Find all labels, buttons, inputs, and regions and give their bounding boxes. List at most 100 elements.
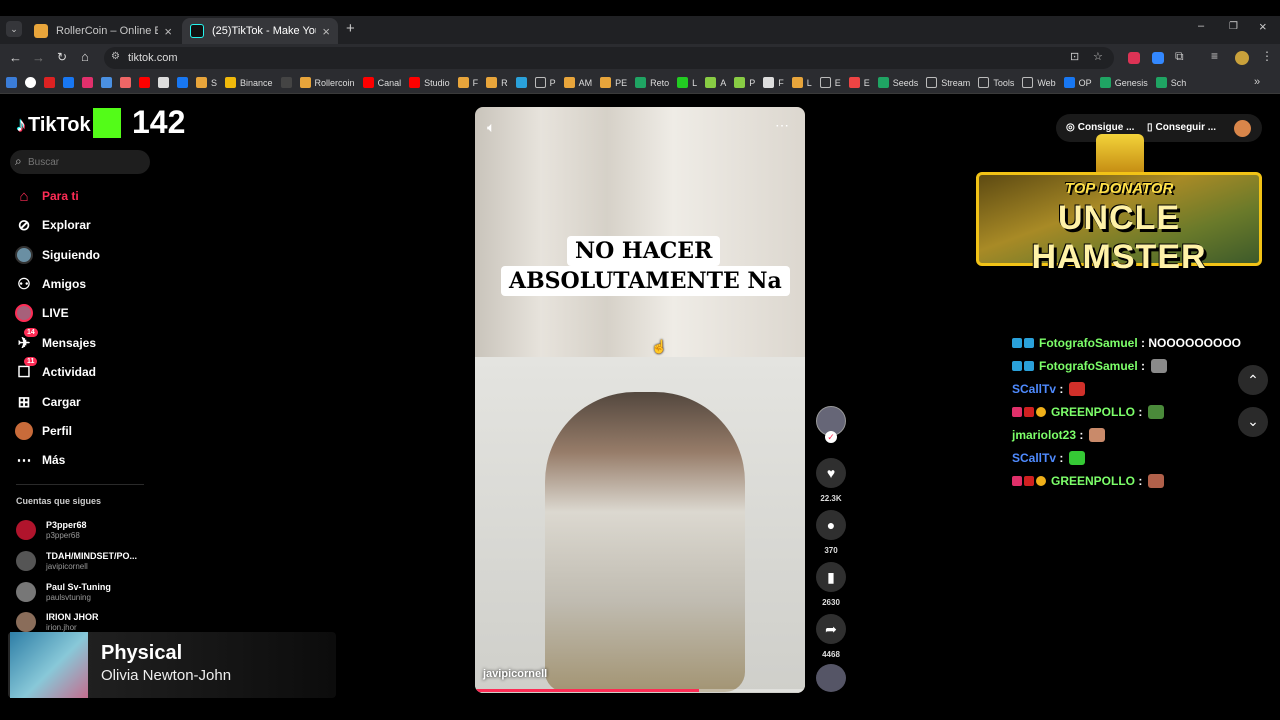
new-tab-button[interactable]: +: [346, 20, 355, 37]
bookmark-item[interactable]: PE: [600, 77, 627, 88]
get-app-button[interactable]: ▯ Conseguir ...: [1147, 122, 1216, 133]
tab-tiktok[interactable]: (25)TikTok - Make Your Day ×: [182, 18, 338, 44]
follow-check-icon[interactable]: ✓: [825, 431, 837, 443]
mute-icon[interactable]: 🔈︎: [487, 119, 495, 136]
restore-icon[interactable]: ❐: [1229, 21, 1238, 32]
nav-activity[interactable]: ☐ 11 Actividad: [14, 357, 96, 383]
close-tab-icon[interactable]: ×: [164, 24, 172, 39]
video-progress-track[interactable]: [475, 689, 805, 692]
profile-avatar-icon[interactable]: [1235, 51, 1249, 65]
site-info-icon[interactable]: ⚙: [111, 51, 120, 62]
bookmark-icon-only[interactable]: [44, 77, 55, 88]
previous-video-button[interactable]: ⌃: [1238, 365, 1268, 395]
sound-avatar[interactable]: [816, 664, 846, 692]
bookmark-item[interactable]: L: [791, 77, 812, 88]
tab-rollercoin[interactable]: RollerCoin – Online Bitcoin Mi ×: [26, 18, 180, 44]
close-tab-icon[interactable]: ×: [322, 24, 330, 39]
bookmark-item[interactable]: Seeds: [877, 77, 918, 88]
search-box[interactable]: ⌕: [10, 150, 150, 174]
nav-more[interactable]: ⋯ Más: [14, 449, 66, 471]
bookmark-folder[interactable]: Tools: [978, 77, 1014, 88]
badge-icon: [1024, 476, 1034, 486]
nav-live[interactable]: LIVE: [14, 302, 69, 324]
reload-icon[interactable]: ↻: [57, 50, 67, 64]
minimize-icon[interactable]: –: [1198, 20, 1204, 32]
nav-for-you[interactable]: ⌂ Para ti: [14, 185, 78, 207]
followed-account[interactable]: P3pper68 p3pper68: [16, 517, 87, 543]
bookmark-item[interactable]: E: [848, 77, 870, 88]
bookmarks-overflow-icon[interactable]: »: [1250, 76, 1261, 88]
video-author[interactable]: javipicornell: [483, 668, 547, 680]
heart-icon[interactable]: ♥: [816, 458, 846, 488]
bookmark-item[interactable]: R: [486, 77, 508, 88]
install-app-icon[interactable]: ⊡: [1070, 50, 1079, 63]
video-options-icon[interactable]: ⋯: [775, 117, 789, 134]
bookmark-icon-only[interactable]: [280, 77, 292, 88]
nav-explore[interactable]: ⊘ Explorar: [14, 214, 91, 236]
bookmark-folder[interactable]: E: [819, 77, 841, 88]
address-bar[interactable]: ⚙ tiktok.com ⊡ ☆: [104, 47, 1114, 69]
nav-messages[interactable]: ✈ 14 Mensajes: [14, 328, 96, 354]
nav-upload[interactable]: ⊞ Cargar: [14, 391, 81, 413]
bookmark-folder[interactable]: Stream: [926, 77, 970, 88]
bookmark-icon-only[interactable]: [177, 77, 188, 88]
bookmark-item[interactable]: Studio: [409, 77, 450, 88]
back-icon[interactable]: ←: [9, 50, 22, 65]
bookmark-icon-only[interactable]: [120, 77, 131, 88]
bookmark-icon-only[interactable]: [63, 77, 74, 88]
save-action[interactable]: ▮ 2630: [816, 562, 846, 607]
bookmark-folder[interactable]: P: [534, 77, 556, 88]
menu-icon[interactable]: ⋮: [1261, 49, 1273, 63]
bookmark-item[interactable]: AM: [563, 77, 592, 88]
bookmark-icon-only[interactable]: [101, 77, 112, 88]
share-action[interactable]: ➦ 4468: [816, 614, 846, 659]
media-control-icon[interactable]: ≡: [1211, 49, 1218, 63]
chat-text: NOOOOOOOOO: [1148, 336, 1242, 350]
bookmark-item[interactable]: Binance: [225, 77, 273, 88]
tiktok-note-icon: ♪: [16, 114, 26, 136]
followed-account[interactable]: TDAH/MINDSET/PO... javipicornell: [16, 548, 137, 574]
bookmark-item[interactable]: S: [196, 77, 217, 88]
close-window-icon[interactable]: ×: [1259, 19, 1267, 34]
forward-icon[interactable]: →: [32, 50, 45, 65]
extensions-puzzle-icon[interactable]: ⧉: [1175, 49, 1184, 64]
bookmark-item[interactable]: Canal: [362, 77, 401, 88]
home-icon[interactable]: ⌂: [81, 49, 89, 64]
nav-friends[interactable]: ⚇ Amigos: [14, 273, 86, 295]
bookmark-icon-only[interactable]: [82, 77, 93, 88]
tab-search-button[interactable]: ⌄: [6, 21, 22, 37]
bookmark-item[interactable]: Genesis: [1099, 77, 1148, 88]
tiktok-logo[interactable]: ♪ TikTok: [16, 114, 91, 137]
comment-icon[interactable]: ●: [816, 510, 846, 540]
bookmark-item[interactable]: Sch: [1155, 77, 1186, 88]
nav-profile[interactable]: Perfil: [14, 420, 72, 442]
followed-account[interactable]: Paul Sv-Tuning paulsvtuning: [16, 579, 111, 605]
comment-action[interactable]: ● 370: [816, 510, 846, 555]
bookmark-item[interactable]: F: [763, 77, 784, 88]
bookmark-item[interactable]: F: [457, 77, 478, 88]
bookmark-icon-only[interactable]: [515, 77, 527, 88]
bookmark-star-icon[interactable]: ☆: [1093, 50, 1103, 63]
get-coins-button[interactable]: ◎ Consigue ...: [1066, 122, 1134, 133]
like-action[interactable]: ♥ 22.3K: [816, 458, 846, 503]
user-avatar[interactable]: [1234, 120, 1251, 137]
bookmark-item[interactable]: Reto: [635, 77, 669, 88]
bookmark-folder[interactable]: Web: [1022, 77, 1056, 88]
bookmark-item[interactable]: Rollercoin: [299, 77, 355, 88]
bookmark-icon-only[interactable]: [25, 77, 36, 88]
bookmark-icon-only[interactable]: [6, 77, 17, 88]
video-player[interactable]: 🔈︎ ⋯ NO HACER ABSOLUTAMENTE Na javipicor…: [475, 107, 805, 693]
nav-following[interactable]: Siguiendo: [14, 244, 100, 266]
bookmark-item[interactable]: A: [705, 77, 726, 88]
bookmark-item[interactable]: P: [734, 77, 755, 88]
bookmark-item[interactable]: OP: [1063, 77, 1092, 88]
share-icon[interactable]: ➦: [816, 614, 846, 644]
extension-icon[interactable]: [1128, 52, 1140, 64]
bookmark-icon[interactable]: ▮: [816, 562, 846, 592]
search-input[interactable]: [28, 154, 144, 170]
bookmark-icon-only[interactable]: [139, 77, 150, 88]
bookmark-icon-only[interactable]: [158, 77, 169, 88]
next-video-button[interactable]: ⌄: [1238, 407, 1268, 437]
extension-icon[interactable]: [1152, 52, 1164, 64]
bookmark-item[interactable]: L: [677, 77, 697, 88]
